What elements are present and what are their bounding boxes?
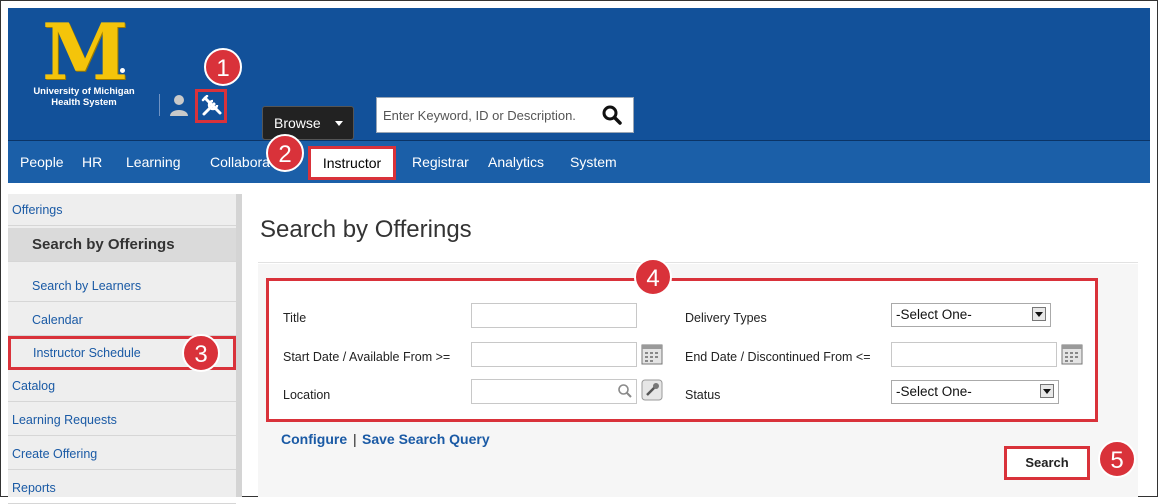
title-divider <box>258 262 1138 263</box>
status-label: Status <box>685 388 721 402</box>
chevron-down-icon <box>1032 307 1046 321</box>
search-icon[interactable] <box>601 104 623 126</box>
status-value: -Select One- <box>896 384 972 399</box>
delivery-types-value: -Select One- <box>896 307 972 322</box>
step-badge-1: 1 <box>204 48 242 86</box>
nav-collaboration[interactable]: Collabora <box>210 141 270 183</box>
calendar-icon[interactable] <box>641 343 663 365</box>
nav-hr[interactable]: HR <box>82 141 102 183</box>
page-title: Search by Offerings <box>260 216 472 243</box>
nav-system[interactable]: System <box>570 141 617 183</box>
top-header: M University of Michigan Health System B… <box>8 8 1150 140</box>
clear-icon[interactable] <box>641 379 663 401</box>
admin-tools-button[interactable] <box>195 89 227 123</box>
sidebar-splitter[interactable] <box>236 194 242 497</box>
sidebar-item-catalog[interactable]: Catalog <box>8 370 236 402</box>
status-select[interactable]: -Select One- <box>891 380 1059 404</box>
logo-caption: University of Michigan Health System <box>28 86 140 108</box>
step-badge-2: 2 <box>266 134 304 172</box>
logo-dot <box>120 68 125 73</box>
nav-registrar[interactable]: Registrar <box>412 141 469 183</box>
logo-caption-line1: University of Michigan <box>33 86 135 97</box>
sidebar-item-search-by-offerings[interactable]: Search by Offerings <box>8 228 236 262</box>
global-search-input[interactable] <box>383 105 597 125</box>
delivery-types-label: Delivery Types <box>685 311 767 325</box>
start-date-input[interactable] <box>471 342 637 367</box>
sidebar-item-offerings[interactable]: Offerings <box>8 194 236 226</box>
nav-instructor[interactable]: Instructor <box>308 146 396 180</box>
main-nav: People HR Learning Collabora Instructor … <box>8 140 1150 183</box>
sidebar-item-calendar[interactable]: Calendar <box>8 304 236 336</box>
save-search-query-link[interactable]: Save Search Query <box>362 431 490 447</box>
search-button[interactable]: Search <box>1004 446 1090 480</box>
sidebar-item-learning-requests[interactable]: Learning Requests <box>8 404 236 436</box>
end-date-label: End Date / Discontinued From <= <box>685 350 871 364</box>
link-separator: | <box>353 431 357 447</box>
delivery-types-select[interactable]: -Select One- <box>891 303 1051 327</box>
title-input[interactable] <box>471 303 637 328</box>
search-criteria-form: Title Start Date / Available From >= Loc… <box>266 278 1098 422</box>
sidebar-item-reports[interactable]: Reports <box>8 472 236 504</box>
chevron-down-icon <box>1040 384 1054 398</box>
logo-caption-line2: Health System <box>51 97 117 108</box>
configure-link[interactable]: Configure <box>281 431 347 447</box>
start-date-label: Start Date / Available From >= <box>283 350 451 364</box>
step-badge-4: 4 <box>634 258 672 296</box>
global-search-box <box>376 97 634 133</box>
title-label: Title <box>283 311 307 325</box>
step-badge-3: 3 <box>182 334 220 372</box>
end-date-input[interactable] <box>891 342 1057 367</box>
person-icon[interactable] <box>169 94 189 116</box>
header-separator <box>159 94 160 116</box>
browse-label: Browse <box>274 115 321 131</box>
chevron-down-icon <box>335 121 343 126</box>
step-badge-5: 5 <box>1098 440 1136 478</box>
location-label: Location <box>283 388 331 402</box>
sidebar-item-search-by-learners[interactable]: Search by Learners <box>8 270 236 302</box>
sidebar-item-create-offering[interactable]: Create Offering <box>8 438 236 470</box>
tools-icon <box>201 95 222 116</box>
calendar-icon[interactable] <box>1061 343 1083 365</box>
university-logo[interactable]: M <box>42 14 128 92</box>
nav-learning[interactable]: Learning <box>126 141 181 183</box>
nav-people[interactable]: People <box>20 141 64 183</box>
nav-analytics[interactable]: Analytics <box>488 141 544 183</box>
location-input[interactable] <box>471 379 637 404</box>
magnifier-icon[interactable] <box>617 383 633 399</box>
